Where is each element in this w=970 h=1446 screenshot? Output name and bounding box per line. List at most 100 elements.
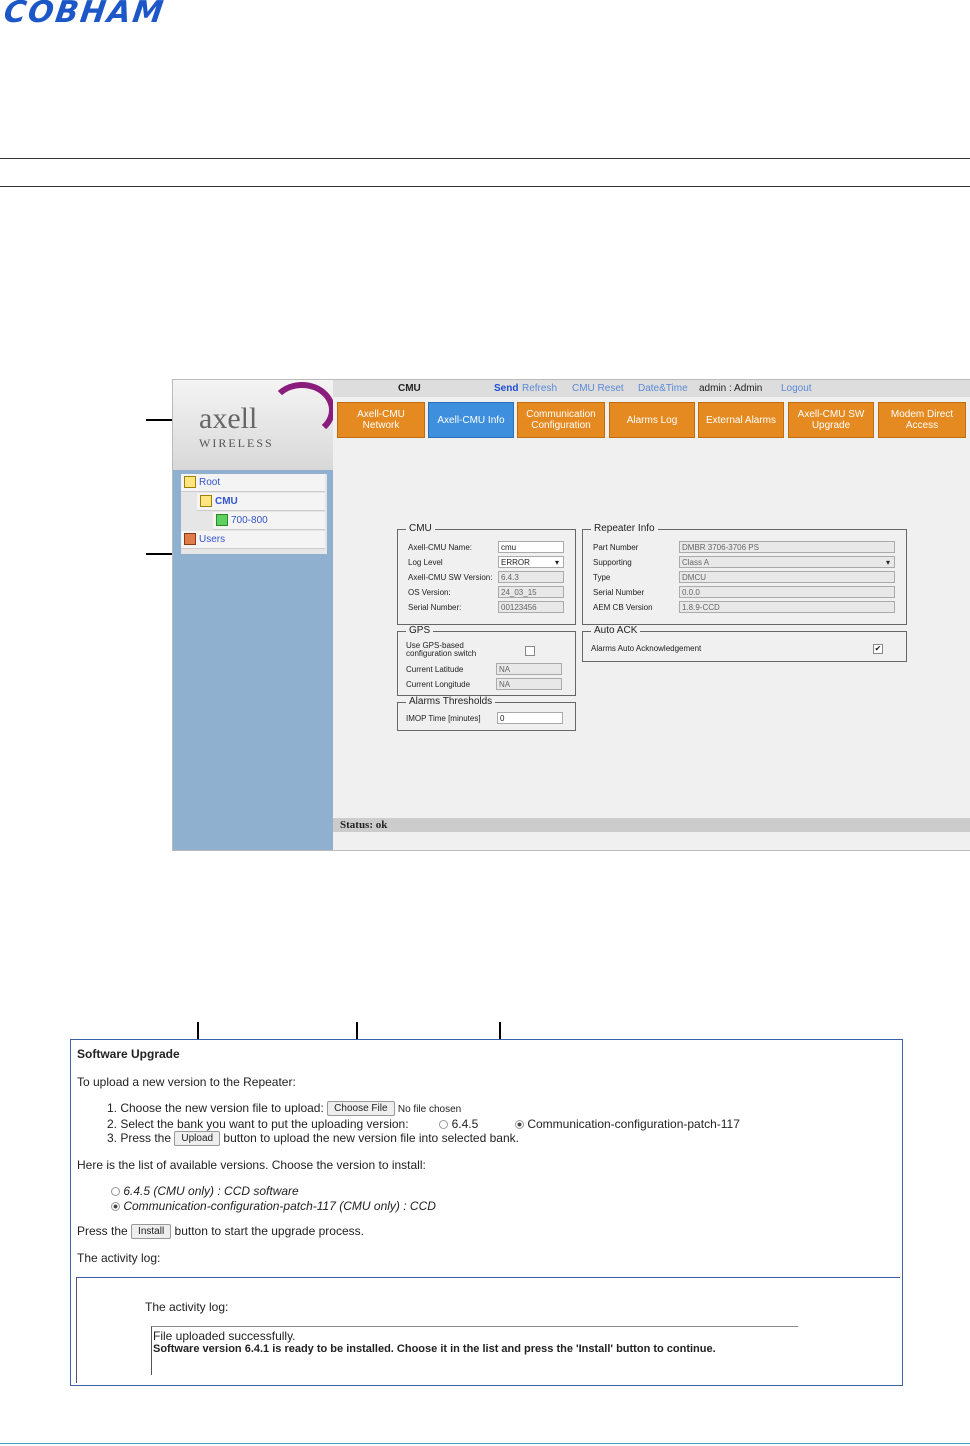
datetime-link[interactable]: Date&Time [638,380,688,397]
software-upgrade-screenshot: Software Upgrade To upload a new version… [70,1039,903,1386]
tree-item-users[interactable]: Users [181,531,325,549]
install-button[interactable]: Install [131,1224,172,1240]
upgrade-title: Software Upgrade [77,1047,180,1061]
bank-2-radio[interactable] [514,1120,524,1130]
imop-time-input[interactable]: 0 [497,712,563,724]
choose-file-button[interactable]: Choose File [327,1101,395,1117]
brand-subtitle: WIRELESS [199,436,274,450]
part-number-value: DMBR 3706-3706 PS [679,541,895,553]
step-1: 1. Choose the new version file to upload… [107,1101,462,1117]
status-bar: Status: ok [333,818,970,832]
activity-log-label: The activity log: [77,1251,161,1265]
signal-wave-icon [269,382,335,438]
install-instruction: Press the Install button to start the up… [77,1224,364,1240]
log-line-1: File uploaded successfully. [153,1329,296,1343]
tab-cmu-info[interactable]: Axell-CMU Info [428,402,514,438]
tree-item-root[interactable]: Root [181,474,325,492]
logout-link[interactable]: Logout [781,380,812,397]
activity-log-output: File uploaded successfully. Software ver… [151,1326,798,1375]
navigation-tree: Root CMU 700-800 Users [181,474,327,554]
bank-1-radio[interactable] [439,1120,449,1130]
alarms-thresholds-legend: Alarms Thresholds [406,696,496,707]
log-level-label: Log Level [408,558,443,567]
upgrade-intro: To upload a new version to the Repeater: [77,1075,296,1089]
versions-intro: Here is the list of available versions. … [77,1158,426,1172]
auto-ack-fieldset: Auto ACK Alarms Auto Acknowledgement ✔ [582,625,907,662]
aem-cb-version-value: 1.8.9-CCD [679,601,895,613]
auto-ack-checkbox[interactable]: ✔ [873,644,883,654]
cmu-name-input[interactable]: cmu [498,541,564,553]
activity-log-panel: The activity log: File uploaded successf… [76,1277,900,1383]
imop-time-label: IMOP Time [minutes] [406,714,481,723]
os-version-value: 24_03_15 [498,586,564,598]
log-level-select[interactable]: ERROR ▾ [498,556,564,568]
auto-ack-label: Alarms Auto Acknowledgement [591,644,702,653]
no-file-label: No file chosen [397,1104,462,1115]
tree-item-band[interactable]: 700-800 [213,512,325,530]
cmu-name-label: Axell-CMU Name: [408,543,473,552]
top-bar-title: CMU [398,383,421,394]
longitude-value: NA [496,678,562,690]
os-version-label: OS Version: [408,588,451,597]
repeater-serial-label: Serial Number [593,588,645,597]
step-3: 3. Press the Upload button to upload the… [107,1131,519,1147]
tab-alarms-log[interactable]: Alarms Log [609,402,695,438]
log-line-2: Software version 6.4.1 is ready to be in… [153,1343,716,1355]
version-1-radio[interactable] [111,1187,120,1197]
tab-communication-configuration[interactable]: Communication Configuration [517,402,605,438]
type-label: Type [593,573,611,582]
gps-switch-checkbox[interactable] [525,646,535,656]
latitude-label: Current Latitude [406,665,464,674]
version-option-2[interactable]: Communication-configuration-patch-117 (C… [111,1199,436,1213]
gps-legend: GPS [406,625,434,636]
header-rule-top [0,158,970,159]
refresh-link[interactable]: Refresh [522,380,557,397]
gps-fieldset: GPS Use GPS-based configuration switch C… [397,625,576,696]
grid-icon [200,495,212,508]
brand-panel: axell WIRELESS [173,380,335,470]
version-2-radio[interactable] [111,1202,120,1212]
footer-rule [0,1443,970,1444]
supporting-select[interactable]: Class A ▾ [679,556,895,568]
alarms-thresholds-fieldset: Alarms Thresholds IMOP Time [minutes] 0 [397,696,576,731]
sw-version-value: 6.4.3 [498,571,564,583]
auto-ack-legend: Auto ACK [591,625,641,636]
part-number-label: Part Number [593,543,639,552]
main-panel: CMU Send Refresh CMU Reset Date&Time adm… [333,380,970,850]
supporting-label: Supporting [593,558,632,567]
tab-sw-upgrade[interactable]: Axell-CMU SW Upgrade [788,402,874,438]
cmu-info-screenshot: axell WIRELESS Root CMU 700-800 Users CM… [172,379,970,851]
tree-item-cmu[interactable]: CMU [197,493,325,511]
repeater-serial-value: 0.0.0 [679,586,895,598]
serial-number-value: 00123456 [498,601,564,613]
sidebar: axell WIRELESS Root CMU 700-800 Users [173,380,335,850]
version-option-1[interactable]: 6.4.5 (CMU only) : CCD software [111,1184,299,1198]
brand-name: axell [199,402,258,435]
latitude-value: NA [496,663,562,675]
tab-network[interactable]: Axell-CMU Network [337,402,425,438]
cmu-legend: CMU [406,523,435,534]
upload-button[interactable]: Upload [174,1131,221,1147]
chevron-down-icon: ▾ [554,558,559,567]
folder-icon [184,476,196,489]
repeater-icon [216,514,228,527]
chevron-down-icon: ▾ [885,558,890,567]
tab-modem-direct-access[interactable]: Modem Direct Access [878,402,966,438]
repeater-info-fieldset: Repeater Info Part Number DMBR 3706-3706… [582,523,907,625]
aem-cb-version-label: AEM CB Version [593,603,653,612]
send-link[interactable]: Send [494,380,518,397]
cmu-fieldset: CMU Axell-CMU Name: cmu Log Level ERROR ▾… [397,523,576,625]
serial-number-label: Serial Number: [408,603,462,612]
repeater-info-legend: Repeater Info [591,523,658,534]
step-2: 2. Select the bank you want to put the u… [107,1117,740,1131]
type-value: DMCU [679,571,895,583]
header-rule-bottom [0,186,970,187]
cmu-reset-link[interactable]: CMU Reset [572,380,624,397]
activity-log-title: The activity log: [145,1300,229,1314]
cobham-logo: COBHAM [1,0,168,30]
users-icon [184,533,196,546]
user-label: admin : Admin [699,383,763,394]
sw-version-label: Axell-CMU SW Version: [408,573,493,582]
tab-external-alarms[interactable]: External Alarms [698,402,784,438]
gps-switch-label: Use GPS-based configuration switch [406,641,477,658]
